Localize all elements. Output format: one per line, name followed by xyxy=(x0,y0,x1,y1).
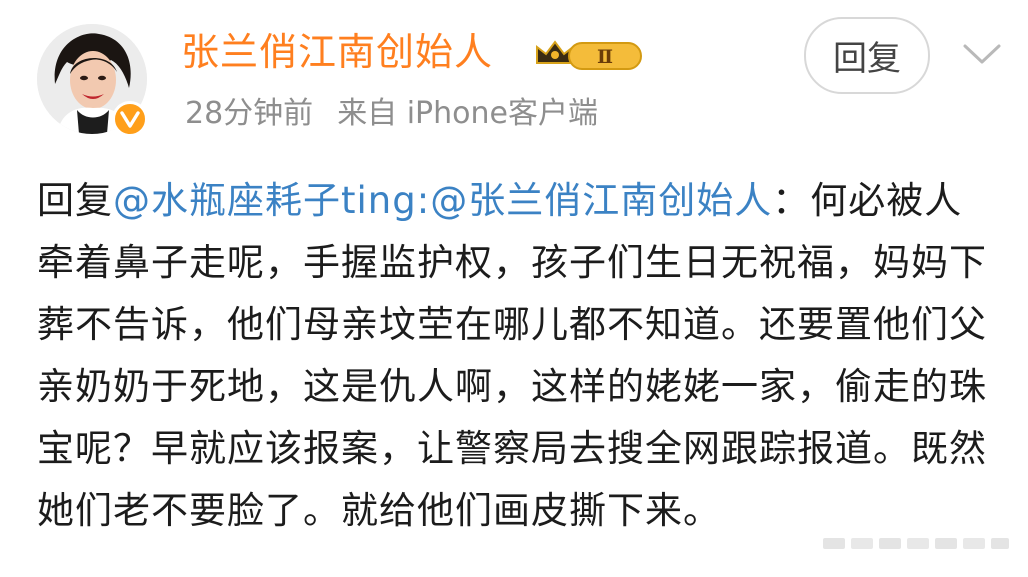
level-label: Ⅱ xyxy=(597,46,613,68)
mention-link-2[interactable]: @张兰俏江南创始人 xyxy=(430,179,772,222)
level-badge[interactable]: Ⅱ xyxy=(533,37,645,73)
post-source: 来自 iPhone客户端 xyxy=(337,96,598,131)
post-body: ：何必被人牵着鼻子走呢，手握监护权，孩子们生日无祝福，妈妈下葬不告诉，他们母亲坟… xyxy=(37,179,987,532)
post-meta: 28分钟前 来自 iPhone客户端 xyxy=(185,94,598,134)
reply-button[interactable]: 回复 xyxy=(804,17,930,94)
chevron-down-icon xyxy=(963,44,1001,64)
mention-link-1[interactable]: @水瓶座耗子ting xyxy=(113,179,417,222)
watermark-icon xyxy=(819,527,1014,559)
more-dropdown[interactable] xyxy=(954,28,1010,80)
post-content: 回复@水瓶座耗子ting:@张兰俏江南创始人：何必被人牵着鼻子走呢，手握监护权，… xyxy=(37,170,992,542)
username[interactable]: 张兰俏江南创始人 xyxy=(181,27,493,77)
crown-level-icon: Ⅱ xyxy=(536,40,642,70)
reply-prefix: 回复 xyxy=(37,179,113,222)
verified-v-icon xyxy=(120,111,140,128)
verified-badge xyxy=(112,101,148,137)
mention-separator: : xyxy=(416,179,431,222)
post-time: 28分钟前 xyxy=(185,96,314,131)
